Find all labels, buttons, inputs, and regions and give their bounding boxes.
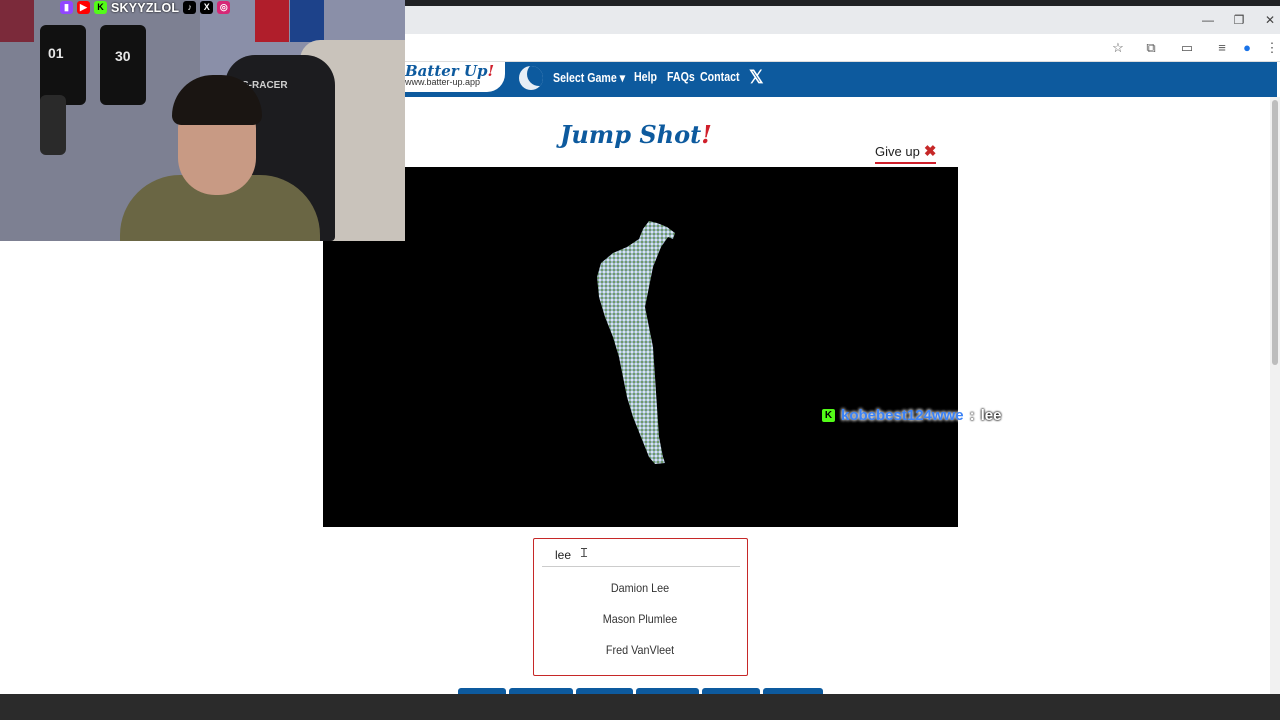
player-search-box: Ｉ Damion Lee Mason Plumlee Fred VanVleet — [533, 538, 748, 676]
give-up-button[interactable]: Give up ✖ — [875, 142, 937, 164]
suggestion-item[interactable]: Damion Lee — [545, 581, 736, 595]
tiktok-icon: ♪ — [183, 1, 197, 14]
pennant-left — [0, 0, 34, 42]
site-navbar: Batter Up! www.batter-up.app Select Game… — [405, 62, 1277, 97]
left-blank-panel — [5, 241, 323, 694]
pennant-warriors — [290, 0, 324, 42]
jersey-number: 30 — [115, 48, 131, 64]
youtube-icon: ▶ — [77, 1, 90, 14]
nav-help[interactable]: Help — [634, 70, 657, 84]
kick-badge-icon: K — [822, 409, 835, 422]
suggestion-item[interactable]: Fred VanVleet — [545, 643, 736, 657]
streamer-handle: SKYYZLOL — [111, 0, 180, 15]
social-handle-bar: ▮ ▶ K SKYYZLOL ♪ X ◎ — [60, 0, 231, 15]
x-icon: X — [200, 1, 214, 14]
dark-mode-moon-icon[interactable] — [519, 66, 543, 90]
jersey-number: 01 — [48, 45, 64, 61]
chat-separator: : — [969, 407, 975, 424]
site-logo[interactable]: Batter Up! www.batter-up.app — [405, 62, 505, 92]
player-silhouette-icon — [597, 221, 675, 464]
bookmark-star-icon[interactable]: ☆ — [1110, 40, 1126, 56]
hanging-jersey — [40, 25, 86, 105]
player-silhouette-canvas — [323, 167, 958, 527]
chat-text: lee — [980, 407, 1002, 424]
kick-icon: K — [94, 1, 107, 14]
pennant-49ers — [255, 0, 289, 42]
microphone — [40, 95, 66, 155]
twitch-icon: ▮ — [60, 1, 73, 14]
chat-message: K kobebest124wwe : lee — [822, 407, 1001, 424]
menu-dots-icon[interactable]: ⋮ — [1264, 40, 1280, 56]
close-window-icon[interactable]: ✕ — [1255, 6, 1280, 34]
scrollbar-thumb[interactable] — [1272, 100, 1278, 365]
hanging-jersey — [100, 25, 146, 105]
chat-username: kobebest124wwe — [841, 407, 964, 424]
media-icon[interactable]: ≡ — [1214, 40, 1230, 56]
text-cursor-icon: Ｉ — [578, 546, 591, 560]
give-up-x-icon: ✖ — [923, 143, 937, 160]
x-social-icon[interactable]: 𝕏 — [749, 67, 764, 88]
instagram-icon: ◎ — [217, 1, 231, 14]
minimize-icon[interactable]: — — [1193, 6, 1223, 34]
os-taskbar — [0, 694, 1280, 720]
restore-icon[interactable]: ❐ — [1224, 6, 1254, 34]
suggestion-item[interactable]: Mason Plumlee — [545, 612, 736, 626]
webcam-overlay: 01 30 S-RACER ▮ ▶ K SKYYZLOL ♪ X ◎ — [0, 0, 405, 241]
nav-contact[interactable]: Contact — [700, 70, 740, 84]
page-title: Jump Shot! — [560, 120, 712, 149]
nav-select-game[interactable]: Select Game ▾ — [553, 70, 625, 85]
player-search-input[interactable] — [542, 543, 740, 567]
give-up-label: Give up — [875, 144, 920, 159]
logo-url: www.batter-up.app — [405, 77, 481, 87]
extensions-icon[interactable]: ⧉ — [1143, 40, 1159, 56]
profile-icon[interactable]: ● — [1239, 40, 1255, 56]
cast-icon[interactable]: ▭ — [1179, 40, 1195, 56]
nav-faqs[interactable]: FAQs — [667, 70, 695, 84]
